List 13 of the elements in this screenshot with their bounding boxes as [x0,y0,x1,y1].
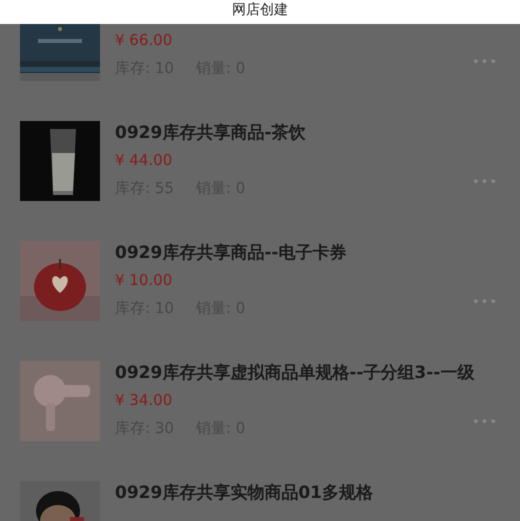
product-title: 0929库存共享商品-茶饮 [115,122,306,145]
more-button[interactable]: ••• [472,175,498,191]
more-button[interactable]: ••• [472,415,498,431]
product-title: 0929库存共享实物商品01多规格 [115,482,373,505]
product-title: 0929库存共享虚拟商品单规格--子分组3--一级 [115,362,474,385]
price: ¥ 34.00 [115,390,174,410]
price: ¥ 44.00 [115,150,174,170]
more-button[interactable]: ••• [472,55,498,71]
more-button[interactable]: ••• [472,295,498,311]
price: ¥ 66.00 [115,30,174,50]
price: ¥ 10.00 [115,270,174,290]
product-title: 0929库存共享商品--电子卡券 [115,242,346,265]
page-title: 网店创建 [232,2,288,20]
